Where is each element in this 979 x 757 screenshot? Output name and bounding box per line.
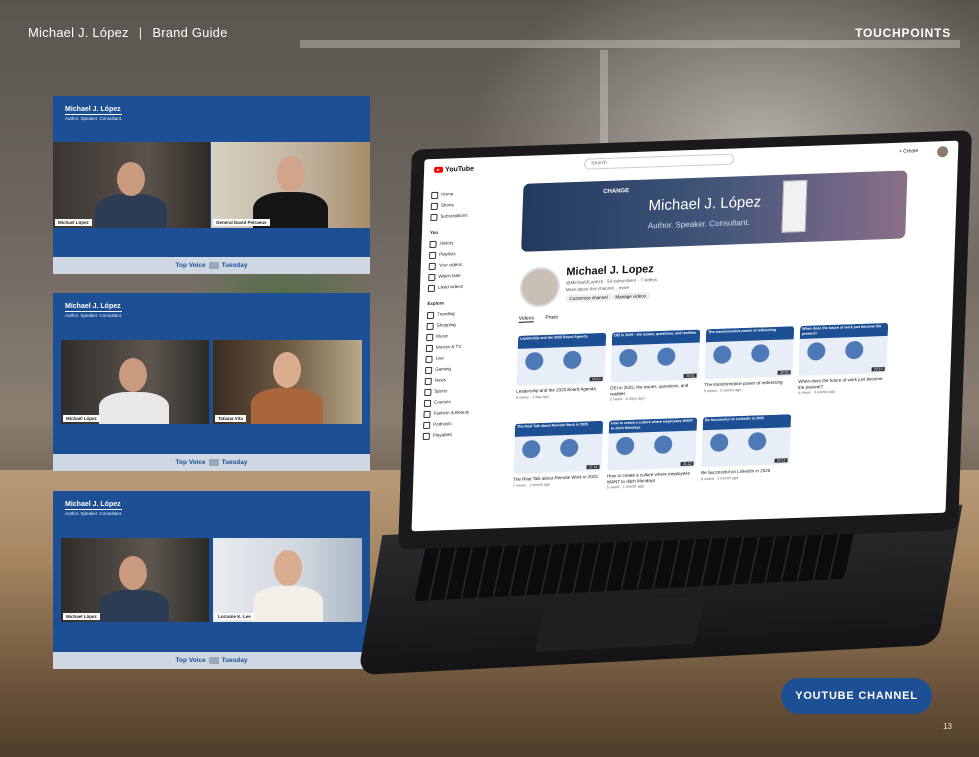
thumbnail-title: Leadership and the 2025 Board Agenda [517,332,607,349]
guest-nametag: Michael López [55,219,92,226]
header-title: Michael J. López | Brand Guide [28,25,228,40]
video-tile: Lorraine K. Lee [213,538,362,622]
video-thumbnail[interactable]: DEI in 2025 - the issues, questions, and… [610,329,701,383]
linkedin-live-card: Michael J. López Author. Speaker. Consul… [53,293,370,471]
guest-nametag: Michael López [63,613,100,620]
video-duration: 34:13 [774,458,788,463]
sidebar-item-playables[interactable]: Playables [423,427,503,441]
video-card[interactable]: Be Successful on LinkedIn in 2025 34:13 … [701,414,792,481]
video-card[interactable]: The transformative power of redirecting … [704,326,795,393]
sidebar-item-subscriptions[interactable]: Subscriptions [430,208,510,222]
banner-tagline: Author. Speaker. Consultant. [647,217,750,231]
video-duration: 27:16 [586,464,600,470]
customize-channel-button[interactable]: Customize channel [565,293,612,303]
card-footer: Top Voice Tuesday [53,454,370,471]
youtube-channel-screen: YouTube Search + Create Home Shorts Subs… [411,140,959,532]
page-number: 13 [943,722,952,731]
thumbnail-title: When does the future of work just become… [799,322,889,339]
thumbnail-title: Be Successful on LinkedIn in 2025 [702,414,792,431]
card-brand-name: Michael J. López [65,106,123,115]
section-label: TOUCHPOINTS [855,26,951,40]
video-duration: 34:13 [589,376,603,382]
video-card[interactable]: DEI in 2025 - the issues, questions, and… [610,329,701,402]
video-thumbnail[interactable]: When does the future of work just become… [798,322,889,376]
book-cover-image [781,179,808,233]
youtube-sidebar: Home Shorts Subscriptions You History Pl… [423,186,512,441]
guest-nametag: Michael López [63,415,100,422]
linkedin-live-card: Michael J. López Author. Speaker. Consul… [53,491,370,669]
thumbnail-title: The Real Talk about Remote Work in 2025 [514,420,604,437]
video-thumbnail[interactable]: Leadership and the 2025 Board Agenda 34:… [516,332,607,386]
channel-description[interactable]: More about this channel ...more [566,285,629,292]
channel-avatar [519,266,561,308]
video-duration: 20:50 [777,370,791,375]
video-thumbnail[interactable]: The transformative power of redirecting … [704,326,795,380]
bookshelf [300,40,960,48]
doc-title: Brand Guide [152,25,228,40]
banner-name: Michael J. López [648,193,762,215]
header-separator: | [138,25,143,40]
guest-nametag: General David Petraeus [213,219,270,226]
video-tile: Michael López [61,340,209,424]
linkedin-live-card: Michael J. López Author. Speaker. Consul… [53,96,370,274]
footer-top-voice: Top Voice [175,459,206,466]
bookshelf [600,50,608,150]
video-tile: Michael López [61,538,209,622]
footer-tuesday: Tuesday [221,262,248,269]
footer-tuesday: Tuesday [221,459,248,466]
thumbnail-title: How to create a culture where employees … [608,417,698,434]
footer-top-voice: Top Voice [175,657,206,664]
manage-videos-button[interactable]: Manage videos [611,292,651,301]
linkedin-icon [208,262,219,269]
footer-tuesday: Tuesday [221,657,248,664]
video-card[interactable]: When does the future of work just become… [798,322,889,395]
card-brand: Michael J. López Author. Speaker. Consul… [65,501,123,516]
video-thumbnail[interactable]: Be Successful on LinkedIn in 2025 34:13 [701,414,792,468]
author-name: Michael J. López [28,25,129,40]
card-brand-tagline: Author. Speaker. Consultant. [65,313,123,318]
video-duration: 31:13 [680,461,694,466]
footer-top-voice: Top Voice [175,262,206,269]
video-duration: 29:19 [871,366,885,372]
youtube-logo-text: YouTube [444,165,475,174]
video-tile: Michael López [53,142,210,228]
tab-posts[interactable]: Posts [545,314,558,320]
thumbnail-title: The transformative power of redirecting [705,326,795,343]
banner-book-caption: CHANGE [603,188,630,196]
video-card[interactable]: Leadership and the 2025 Board Agenda 34:… [516,332,607,399]
video-thumbnail[interactable]: The Real Talk about Remote Work in 2025 … [513,420,604,474]
card-brand-tagline: Author. Speaker. Consultant. [65,116,123,121]
youtube-play-icon [434,166,444,173]
channel-handle: @MichaelJLopez5 · 59 subscribers · 7 vid… [565,277,658,286]
youtube-channel-button[interactable]: YOUTUBE CHANNEL [781,678,932,714]
channel-banner: CHANGE Michael J. López Author. Speaker.… [521,170,908,252]
video-thumbnail[interactable]: How to create a culture where employees … [607,417,698,471]
guest-nametag: Tatiana Vita [215,415,246,422]
account-avatar[interactable] [936,146,949,158]
card-footer: Top Voice Tuesday [53,652,370,669]
card-brand-name: Michael J. López [65,501,123,510]
laptop-trackpad [534,595,706,653]
card-brand: Michael J. López Author. Speaker. Consul… [65,106,123,121]
create-button[interactable]: + Create [899,148,919,155]
channel-tabs: Videos Posts [518,314,568,323]
thumbnail-title: DEI in 2025 - the issues, questions, and… [611,329,701,346]
video-duration: 30:01 [683,373,697,378]
card-brand: Michael J. López Author. Speaker. Consul… [65,303,123,318]
card-brand-tagline: Author. Speaker. Consultant. [65,511,123,516]
linkedin-icon [208,657,219,664]
card-footer: Top Voice Tuesday [53,257,370,274]
linkedin-icon [208,459,219,466]
video-card[interactable]: The Real Talk about Remote Work in 2025 … [513,420,604,487]
tab-videos[interactable]: Videos [518,315,535,323]
video-tile: General David Petraeus [211,142,370,228]
video-tile: Tatiana Vita [213,340,362,424]
search-input[interactable]: Search [583,153,735,170]
sidebar-item-liked-videos[interactable]: Liked videos [428,279,508,293]
guest-nametag: Lorraine K. Lee [215,613,254,620]
video-card[interactable]: How to create a culture where employees … [607,417,698,490]
youtube-logo[interactable]: YouTube [434,165,474,173]
channel-name: Michael J. Lopez [566,263,655,279]
card-brand-name: Michael J. López [65,303,123,312]
